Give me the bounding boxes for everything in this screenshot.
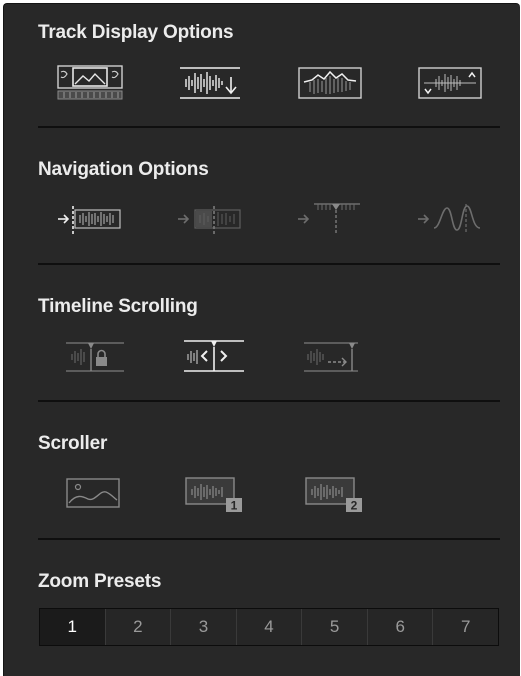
zoom-preset-7-button[interactable]: 7 bbox=[432, 609, 499, 645]
zoom-preset-5-button[interactable]: 5 bbox=[301, 609, 367, 645]
nav-playhead-middle-icon[interactable] bbox=[174, 198, 246, 240]
separator bbox=[38, 400, 500, 402]
nav-playhead-left-icon[interactable] bbox=[54, 198, 126, 240]
timeline-scrolling-title: Timeline Scrolling bbox=[38, 296, 198, 317]
scroll-no-scroll-icon[interactable] bbox=[62, 335, 134, 377]
track-display-options-title: Track Display Options bbox=[38, 22, 234, 43]
nav-marker-icon[interactable] bbox=[294, 198, 366, 240]
separator bbox=[38, 263, 500, 265]
waveform-peaks-icon[interactable] bbox=[294, 62, 366, 104]
zoom-presets-title: Zoom Presets bbox=[38, 571, 162, 592]
zoom-preset-1-button[interactable]: 1 bbox=[40, 609, 105, 645]
zoom-preset-2-button[interactable]: 2 bbox=[104, 609, 171, 645]
waveform-expand-icon[interactable] bbox=[174, 62, 246, 104]
thumbnail-track-icon[interactable] bbox=[54, 62, 126, 104]
separator bbox=[38, 538, 500, 540]
zoom-presets-group: 1 2 3 4 5 6 7 bbox=[39, 608, 499, 646]
scroll-page-icon[interactable] bbox=[182, 335, 254, 377]
scroller-badge-1: 1 bbox=[231, 499, 238, 513]
navigation-options-title: Navigation Options bbox=[38, 159, 209, 180]
nav-sine-wave-icon[interactable] bbox=[414, 198, 486, 240]
scroll-smooth-icon[interactable] bbox=[302, 335, 374, 377]
scroller-badge-2: 2 bbox=[351, 499, 358, 513]
waveform-collapse-icon[interactable] bbox=[414, 62, 486, 104]
zoom-preset-3-button[interactable]: 3 bbox=[170, 609, 236, 645]
zoom-preset-6-button[interactable]: 6 bbox=[366, 609, 433, 645]
separator bbox=[38, 126, 500, 128]
scroller-title: Scroller bbox=[38, 433, 108, 454]
scroller-waveform-1-icon[interactable]: 1 bbox=[182, 472, 254, 514]
zoom-preset-4-button[interactable]: 4 bbox=[235, 609, 302, 645]
scroller-thumbnail-icon[interactable] bbox=[62, 472, 134, 514]
scroller-waveform-2-icon[interactable]: 2 bbox=[302, 472, 374, 514]
